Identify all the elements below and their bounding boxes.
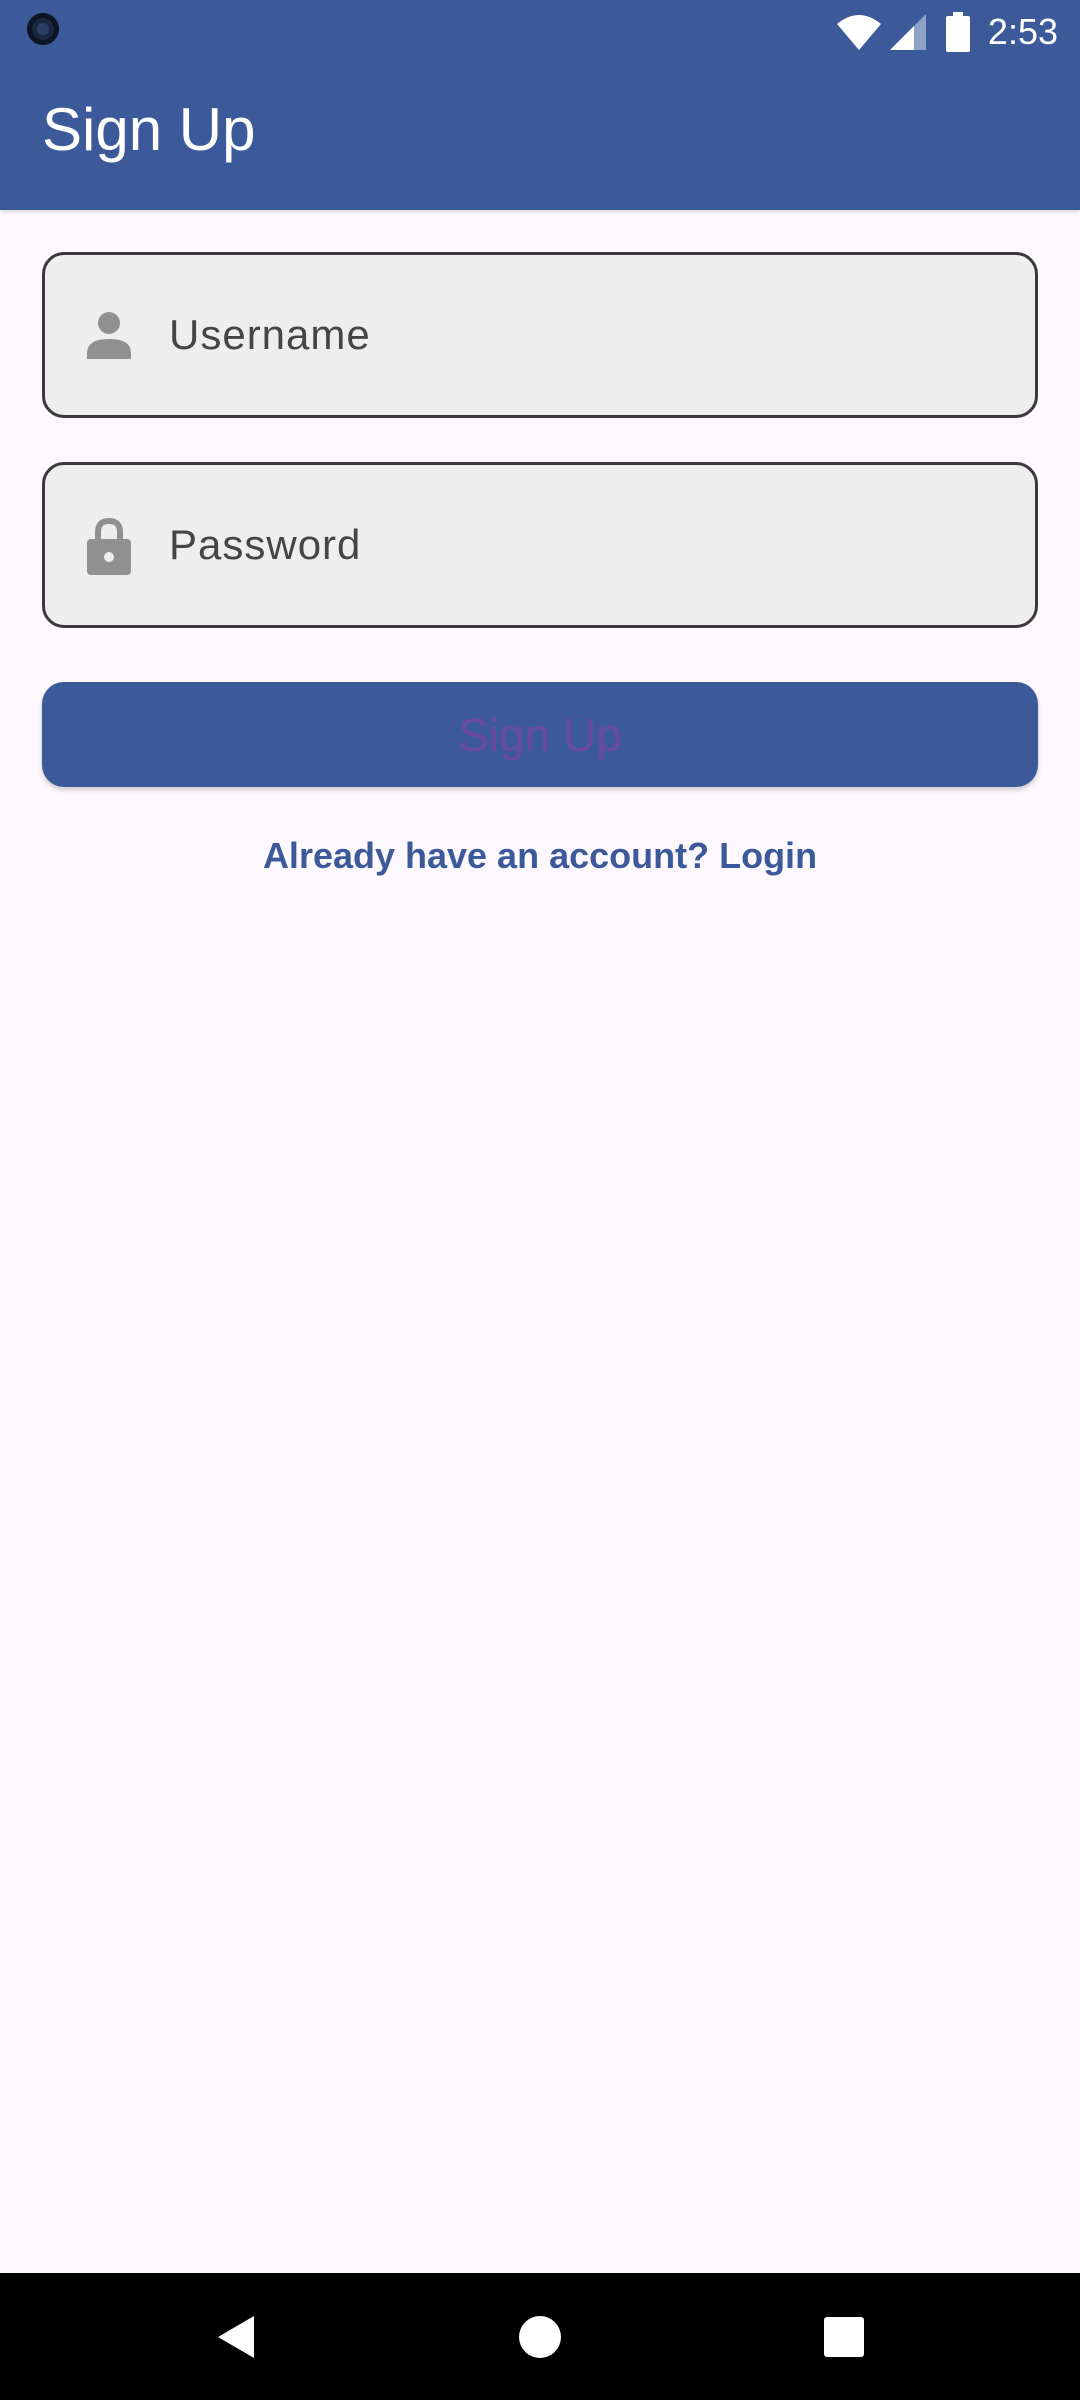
recents-icon[interactable]: [784, 2273, 904, 2400]
signal-icon: [888, 12, 928, 52]
sign-up-button[interactable]: Sign Up: [42, 682, 1038, 787]
password-field[interactable]: [42, 462, 1038, 628]
lock-icon: [81, 513, 137, 577]
home-icon[interactable]: [480, 2273, 600, 2400]
status-bar: 2:53: [0, 0, 1080, 63]
status-time: 2:53: [987, 11, 1058, 52]
status-icons: 2:53: [836, 8, 1058, 56]
app-bar: Sign Up: [0, 63, 1080, 210]
wifi-icon: [836, 12, 882, 52]
navigation-bar: [0, 2273, 1080, 2400]
page-title: Sign Up: [42, 96, 256, 163]
back-icon[interactable]: [176, 2273, 296, 2400]
password-input[interactable]: [169, 465, 1009, 625]
battery-icon: [945, 12, 970, 52]
person-icon: [81, 303, 137, 367]
username-field[interactable]: [42, 252, 1038, 418]
login-link[interactable]: Already have an account? Login: [0, 835, 1080, 877]
camera-dot-icon: [27, 13, 59, 45]
username-input[interactable]: [169, 255, 1009, 415]
